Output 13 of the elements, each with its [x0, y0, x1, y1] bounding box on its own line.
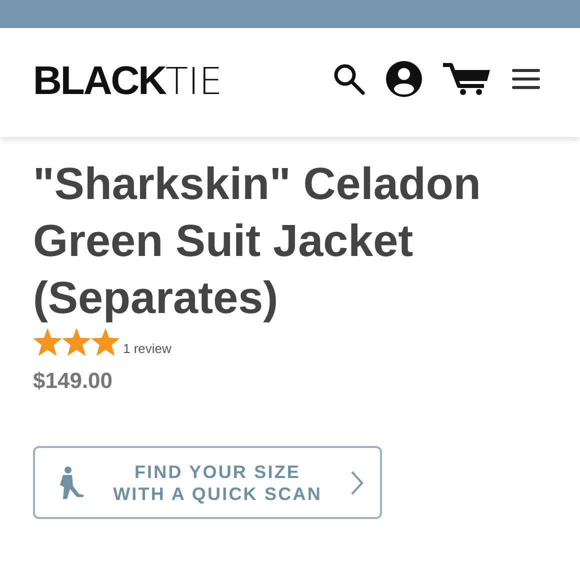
chevron-right-icon	[350, 470, 364, 496]
product-title: "Sharkskin" Celadon Green Suit Jacket (Separates)	[33, 157, 482, 325]
star-icon	[62, 328, 91, 356]
logo-link[interactable]: BLACKTIE	[33, 60, 222, 100]
account-icon[interactable]	[386, 60, 422, 96]
menu-icon[interactable]	[512, 68, 540, 90]
star-icon	[33, 328, 62, 356]
star-icon	[91, 328, 120, 356]
person-icon	[57, 466, 85, 500]
reviews-link[interactable]: 1 review	[123, 341, 172, 356]
product-price: $149.00	[33, 368, 114, 394]
search-icon[interactable]	[332, 62, 366, 96]
cart-icon[interactable]	[442, 62, 492, 96]
